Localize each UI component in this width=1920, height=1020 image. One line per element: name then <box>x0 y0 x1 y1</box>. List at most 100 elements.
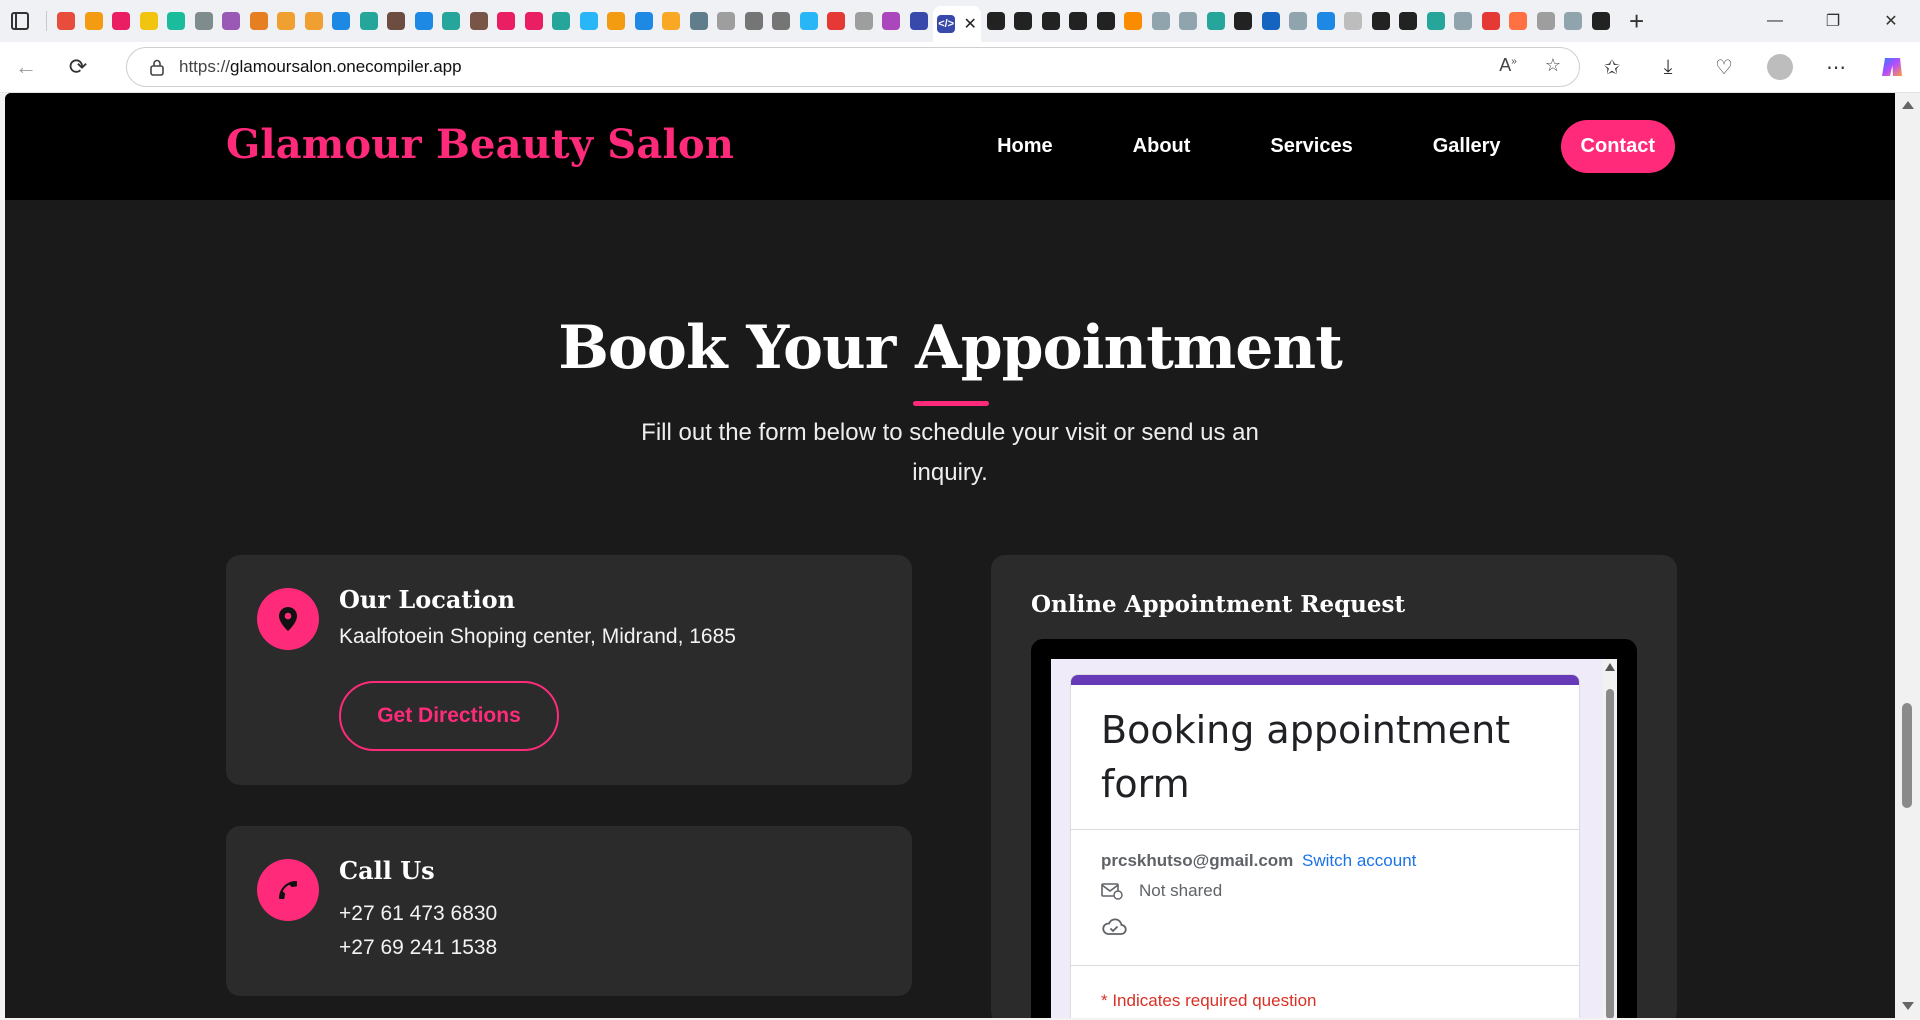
browser-tab[interactable] <box>1038 6 1064 36</box>
tab-favicon-icon <box>387 12 405 30</box>
profile-button[interactable] <box>1752 42 1808 92</box>
browser-tab[interactable] <box>1120 6 1146 36</box>
browser-tab[interactable] <box>81 6 107 36</box>
browser-tab[interactable] <box>1258 6 1284 36</box>
browser-tab[interactable] <box>1065 6 1091 36</box>
browser-tab[interactable] <box>466 6 492 36</box>
address-bar[interactable]: https://glamoursalon.onecompiler.app A» … <box>126 47 1580 87</box>
favorites-icon[interactable]: ✩ <box>1584 42 1640 92</box>
browser-tab[interactable] <box>823 6 849 36</box>
minimize-button[interactable]: — <box>1746 0 1804 42</box>
read-aloud-icon[interactable]: A» <box>1499 55 1517 76</box>
phone-number-2[interactable]: +27 69 241 1538 <box>339 936 497 960</box>
browser-tab[interactable] <box>383 6 409 36</box>
browser-tab[interactable] <box>1340 6 1366 36</box>
url-scheme: https:// <box>179 57 231 76</box>
browser-tab[interactable] <box>1533 6 1559 36</box>
tab-actions-button[interactable] <box>0 0 40 42</box>
browser-tab[interactable] <box>1175 6 1201 36</box>
more-menu-icon[interactable]: ⋯ <box>1808 42 1864 92</box>
browser-tab[interactable] <box>1505 6 1531 36</box>
nav-services[interactable]: Services <box>1270 135 1352 158</box>
switch-account-link[interactable]: Switch account <box>1302 851 1416 870</box>
browser-tab[interactable] <box>658 6 684 36</box>
browser-tab[interactable] <box>438 6 464 36</box>
phone-number-1[interactable]: +27 61 473 6830 <box>339 902 497 926</box>
refresh-button[interactable]: ⟳ <box>52 47 104 87</box>
toolbar-right-actions: ✩ ⤓ ♡ ⋯ <box>1584 42 1920 92</box>
browser-tab[interactable] <box>273 6 299 36</box>
browser-tab[interactable] <box>411 6 437 36</box>
browser-tab[interactable] <box>1203 6 1229 36</box>
browser-tab[interactable] <box>906 6 932 36</box>
nav-home[interactable]: Home <box>997 135 1053 158</box>
browser-tab[interactable] <box>1423 6 1449 36</box>
browser-tab[interactable] <box>356 6 382 36</box>
browser-tab[interactable] <box>1148 6 1174 36</box>
scroll-up-arrow-icon[interactable] <box>1605 663 1615 671</box>
browser-tab[interactable] <box>493 6 519 36</box>
copilot-icon[interactable] <box>1864 42 1920 92</box>
embedded-form-viewport[interactable]: Booking appointment form prcskhutso@gmai… <box>1051 659 1617 1018</box>
browser-tab[interactable] <box>301 6 327 36</box>
restore-button[interactable]: ❐ <box>1804 0 1862 42</box>
nav-contact-button[interactable]: Contact <box>1560 120 1675 173</box>
browser-tab[interactable] <box>1093 6 1119 36</box>
browser-tab[interactable] <box>218 6 244 36</box>
browser-tab[interactable] <box>713 6 739 36</box>
browser-tab[interactable] <box>521 6 547 36</box>
downloads-icon[interactable]: ⤓ <box>1640 42 1696 92</box>
close-tab-icon[interactable]: ✕ <box>963 14 976 34</box>
close-window-button[interactable]: ✕ <box>1862 0 1920 42</box>
browser-tab[interactable] <box>108 6 134 36</box>
browser-tab[interactable] <box>603 6 629 36</box>
browser-tab[interactable] <box>246 6 272 36</box>
browser-tab[interactable] <box>1230 6 1256 36</box>
nav-gallery[interactable]: Gallery <box>1433 135 1501 158</box>
browser-tab[interactable] <box>1368 6 1394 36</box>
browser-tab[interactable] <box>1285 6 1311 36</box>
browser-tab[interactable] <box>631 6 657 36</box>
browser-tab[interactable] <box>686 6 712 36</box>
get-directions-button[interactable]: Get Directions <box>339 681 559 751</box>
page-scrollbar-thumb[interactable] <box>1902 703 1912 808</box>
tab-favicon-icon <box>332 12 350 30</box>
embedded-form-scrollbar[interactable] <box>1603 659 1617 1018</box>
scroll-down-icon[interactable] <box>1902 1002 1914 1010</box>
favorite-star-icon[interactable]: ☆ <box>1545 55 1561 76</box>
browser-tab[interactable] <box>796 6 822 36</box>
browser-tab[interactable] <box>136 6 162 36</box>
browser-tab[interactable] <box>1395 6 1421 36</box>
browser-tab[interactable] <box>53 6 79 36</box>
browser-essentials-icon[interactable]: ♡ <box>1696 42 1752 92</box>
tab-favicon-icon <box>524 12 543 30</box>
scroll-up-icon[interactable] <box>1902 101 1914 109</box>
browser-toolbar: ← ⟳ https://glamoursalon.onecompiler.app… <box>0 42 1920 93</box>
tab-favicon-icon <box>304 12 323 30</box>
browser-tab[interactable] <box>328 6 354 36</box>
avatar <box>1767 54 1793 80</box>
browser-tab[interactable] <box>1010 6 1036 36</box>
browser-tab[interactable] <box>1588 6 1614 36</box>
browser-tab[interactable] <box>548 6 574 36</box>
browser-tab[interactable] <box>878 6 904 36</box>
browser-tab[interactable] <box>1560 6 1586 36</box>
browser-tab[interactable] <box>163 6 189 36</box>
browser-tab[interactable] <box>191 6 217 36</box>
browser-tab[interactable] <box>741 6 767 36</box>
browser-tab[interactable] <box>1313 6 1339 36</box>
url-text[interactable]: https://glamoursalon.onecompiler.app <box>179 57 462 77</box>
new-tab-button[interactable]: + <box>1629 8 1644 34</box>
browser-tab[interactable] <box>851 6 877 36</box>
browser-tab[interactable] <box>576 6 602 36</box>
browser-tab[interactable] <box>1450 6 1476 36</box>
browser-tab[interactable] <box>1478 6 1504 36</box>
back-button[interactable]: ← <box>0 47 52 87</box>
nav-about[interactable]: About <box>1133 135 1191 158</box>
site-brand[interactable]: Glamour Beauty Salon <box>226 121 734 168</box>
page-scrollbar[interactable] <box>1895 93 1920 1018</box>
browser-tab[interactable] <box>983 6 1009 36</box>
scrollbar-thumb[interactable] <box>1606 689 1614 1018</box>
browser-tab[interactable] <box>768 6 794 36</box>
active-tab[interactable]: </> ✕ <box>933 6 981 42</box>
